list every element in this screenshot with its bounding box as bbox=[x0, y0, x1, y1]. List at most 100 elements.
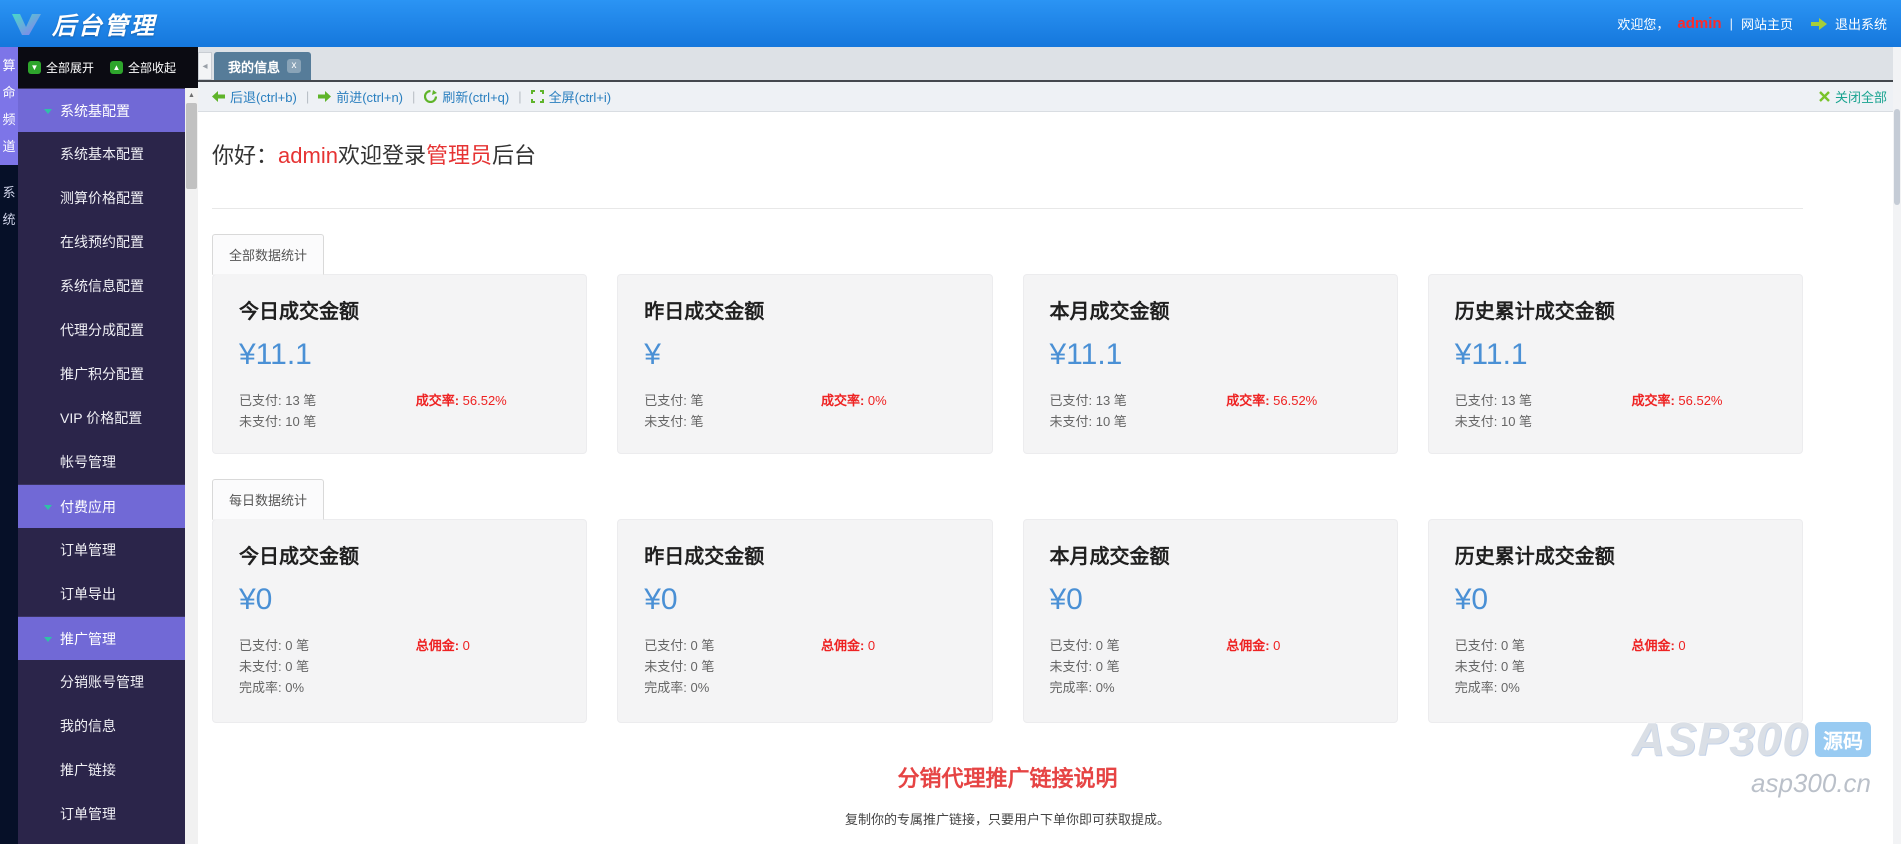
card-amount: ¥0 bbox=[1049, 583, 1083, 616]
card-lines: 已支付: 0 笔 未支付: 0 笔 完成率: 0% bbox=[1049, 638, 1120, 695]
tab-scroll-left-button[interactable]: ◂ bbox=[198, 52, 212, 80]
card-amount: ¥11.1 bbox=[1454, 338, 1528, 371]
section-tab-daily-stats[interactable]: 每日数据统计 bbox=[212, 479, 325, 520]
refresh-icon bbox=[424, 90, 438, 103]
card-amount: ¥0 bbox=[644, 583, 678, 616]
daily-card-yesterday: 昨日成交金额 ¥0 已支付: 0 笔 未支付: 0 笔 完成率: 0% 总佣金:… bbox=[617, 519, 993, 723]
chevron-down-icon bbox=[44, 109, 52, 114]
sidebar-item-promo-points-config[interactable]: 推广积分配置 bbox=[18, 352, 185, 396]
sidebar-item-vip-price-config[interactable]: VIP 价格配置 bbox=[18, 396, 185, 440]
card-title: 昨日成交金额 bbox=[644, 301, 765, 323]
forward-arrow-icon bbox=[318, 91, 332, 102]
separator: | bbox=[305, 89, 310, 104]
logout-arrow-icon bbox=[1810, 17, 1827, 30]
scrollbar-up-arrow-icon[interactable]: ▲ bbox=[185, 88, 198, 103]
daily-card-month: 本月成交金额 ¥0 已支付: 0 笔 未支付: 0 笔 完成率: 0% 总佣金:… bbox=[1022, 519, 1398, 723]
sidebar-group-paid-apps[interactable]: 付费应用 bbox=[18, 484, 185, 528]
close-all-button[interactable]: 关闭全部 bbox=[1819, 87, 1887, 106]
refresh-button[interactable]: 刷新(ctrl+q) bbox=[424, 87, 509, 106]
sidebar-item-order-management[interactable]: 订单管理 bbox=[18, 528, 185, 572]
nav-toolbar: 后退(ctrl+b) | 前进(ctrl+n) | 刷新(ctrl+q) | 全… bbox=[198, 82, 1901, 112]
channel-tab-system[interactable]: 系统 bbox=[0, 174, 18, 238]
card-title: 今日成交金额 bbox=[239, 301, 359, 323]
content-panel: 你好：admin欢迎登录管理员后台 全部数据统计 今日成交金额 ¥11.1 已支… bbox=[198, 112, 1901, 844]
sidebar-group-promotion[interactable]: 推广管理 bbox=[18, 616, 185, 660]
logo-icon bbox=[10, 11, 44, 37]
welcome-text: 欢迎您， bbox=[1617, 17, 1670, 32]
page-scrollbar-thumb[interactable] bbox=[1894, 109, 1900, 205]
sidebar-menu: 系统基配置 系统基本配置 测算价格配置 在线预约配置 系统信息配置 代理分成配置… bbox=[18, 88, 185, 844]
sidebar-item-online-booking-config[interactable]: 在线预约配置 bbox=[18, 220, 185, 264]
daily-card-history: 历史累计成交金额 ¥0 已支付: 0 笔 未支付: 0 笔 完成率: 0% 总佣… bbox=[1427, 519, 1803, 723]
card-title: 本月成交金额 bbox=[1049, 301, 1170, 323]
card-lines: 已支付: 0 笔 未支付: 0 笔 完成率: 0% bbox=[1454, 638, 1525, 695]
tab-close-icon[interactable]: x bbox=[287, 59, 302, 73]
daily-card-today: 今日成交金额 ¥0 已支付: 0 笔 未支付: 0 笔 完成率: 0% 总佣金:… bbox=[212, 519, 588, 723]
sidebar: ▼ 全部展开 ▲ 全部收起 系统基配置 系统基本配置 测算价格配置 在线预约配置… bbox=[18, 47, 198, 844]
collapse-all-icon: ▲ bbox=[110, 61, 124, 74]
sidebar-item-system-basic-config[interactable]: 系统基本配置 bbox=[18, 132, 185, 176]
tab-label: 我的信息 bbox=[228, 59, 281, 75]
back-button[interactable]: 后退(ctrl+b) bbox=[212, 87, 297, 106]
card-lines: 已支付: 13 笔 未支付: 10 笔 bbox=[1454, 393, 1533, 429]
card-amount: ¥ bbox=[644, 338, 661, 371]
expand-all-button[interactable]: ▼ 全部展开 bbox=[28, 59, 94, 76]
username: admin bbox=[1677, 15, 1722, 32]
channel-tab-suanming[interactable]: 算命频道 bbox=[0, 47, 18, 165]
page-scrollbar[interactable] bbox=[1893, 47, 1901, 844]
separator: | bbox=[518, 89, 522, 104]
greeting-text: 你好：admin欢迎登录管理员后台 bbox=[212, 112, 1803, 209]
card-lines: 已支付: 13 笔 未支付: 10 笔 bbox=[239, 393, 317, 429]
forward-button[interactable]: 前进(ctrl+n) bbox=[318, 87, 403, 106]
promo-title: 分销代理推广链接说明 bbox=[897, 766, 1118, 791]
sidebar-item-promo-link[interactable]: 推广链接 bbox=[18, 748, 185, 792]
card-commission: 总佣金: 0 bbox=[415, 638, 470, 653]
stat-card-history: 历史累计成交金额 ¥11.1 已支付: 13 笔 未支付: 10 笔 成交率: … bbox=[1427, 274, 1803, 454]
expand-all-icon: ▼ bbox=[28, 61, 41, 74]
card-rate: 成交率: 56.52% bbox=[1226, 393, 1318, 408]
sidebar-group-system-config[interactable]: 系统基配置 bbox=[18, 88, 185, 132]
stat-card-yesterday: 昨日成交金额 ¥ 已支付: 笔 未支付: 笔 成交率: 0% bbox=[617, 274, 993, 454]
tab-strip: ◂ 我的信息 x bbox=[198, 47, 1901, 82]
collapse-all-button[interactable]: ▲ 全部收起 bbox=[110, 59, 176, 76]
card-commission: 总佣金: 0 bbox=[1226, 638, 1281, 653]
sidebar-scrollbar[interactable]: ▲ bbox=[185, 88, 198, 844]
tab-my-info[interactable]: 我的信息 x bbox=[214, 52, 312, 80]
brand: 后台管理 bbox=[10, 6, 156, 41]
card-title: 本月成交金额 bbox=[1049, 546, 1170, 568]
section-daily-stats: 每日数据统计 今日成交金额 ¥0 已支付: 0 笔 未支付: 0 笔 完成率: … bbox=[212, 478, 1803, 723]
card-title: 今日成交金额 bbox=[239, 546, 359, 568]
card-amount: ¥0 bbox=[1454, 583, 1489, 616]
card-lines: 已支付: 13 笔 未支付: 10 笔 bbox=[1049, 393, 1127, 429]
sidebar-scrollbar-thumb[interactable] bbox=[186, 103, 197, 189]
top-header-bar: 后台管理 欢迎您， admin | 网站主页 退出系统 bbox=[0, 0, 1901, 47]
sidebar-item-my-info[interactable]: 我的信息 bbox=[18, 704, 185, 748]
close-x-icon bbox=[1819, 91, 1830, 102]
card-title: 历史累计成交金额 bbox=[1454, 301, 1615, 323]
card-amount: ¥11.1 bbox=[239, 338, 312, 371]
fullscreen-button[interactable]: 全屏(ctrl+i) bbox=[530, 87, 611, 106]
logout-link[interactable]: 退出系统 bbox=[1835, 14, 1887, 33]
card-commission: 总佣金: 0 bbox=[1631, 638, 1686, 653]
card-title: 历史累计成交金额 bbox=[1454, 546, 1615, 568]
separator: | bbox=[1729, 16, 1733, 31]
sidebar-item-agent-share-config[interactable]: 代理分成配置 bbox=[18, 308, 185, 352]
sidebar-item-order-export[interactable]: 订单导出 bbox=[18, 572, 185, 616]
section-tab-all-stats[interactable]: 全部数据统计 bbox=[212, 234, 325, 275]
sidebar-item-distributor-accounts[interactable]: 分销账号管理 bbox=[18, 660, 185, 704]
sidebar-item-order-management-2[interactable]: 订单管理 bbox=[18, 792, 185, 836]
sidebar-item-system-info-config[interactable]: 系统信息配置 bbox=[18, 264, 185, 308]
channel-strip: 算命频道 系统 bbox=[0, 47, 18, 844]
site-home-link[interactable]: 网站主页 bbox=[1741, 14, 1793, 33]
card-commission: 总佣金: 0 bbox=[820, 638, 876, 653]
section-all-stats: 全部数据统计 今日成交金额 ¥11.1 已支付: 13 笔 未支付: 10 笔 … bbox=[212, 233, 1803, 454]
sidebar-item-price-config[interactable]: 测算价格配置 bbox=[18, 176, 185, 220]
promo-section: 分销代理推广链接说明 复制你的专属推广链接，只要用户下单你即可获取提成。 把你的… bbox=[212, 761, 1803, 844]
separator: | bbox=[412, 89, 416, 104]
card-lines: 已支付: 笔 未支付: 笔 bbox=[644, 393, 704, 429]
chevron-down-icon bbox=[44, 637, 52, 642]
sidebar-item-account-management[interactable]: 帐号管理 bbox=[18, 440, 185, 484]
card-title: 昨日成交金额 bbox=[644, 546, 765, 568]
card-rate: 成交率: 56.52% bbox=[415, 393, 507, 408]
fullscreen-icon bbox=[530, 90, 544, 103]
